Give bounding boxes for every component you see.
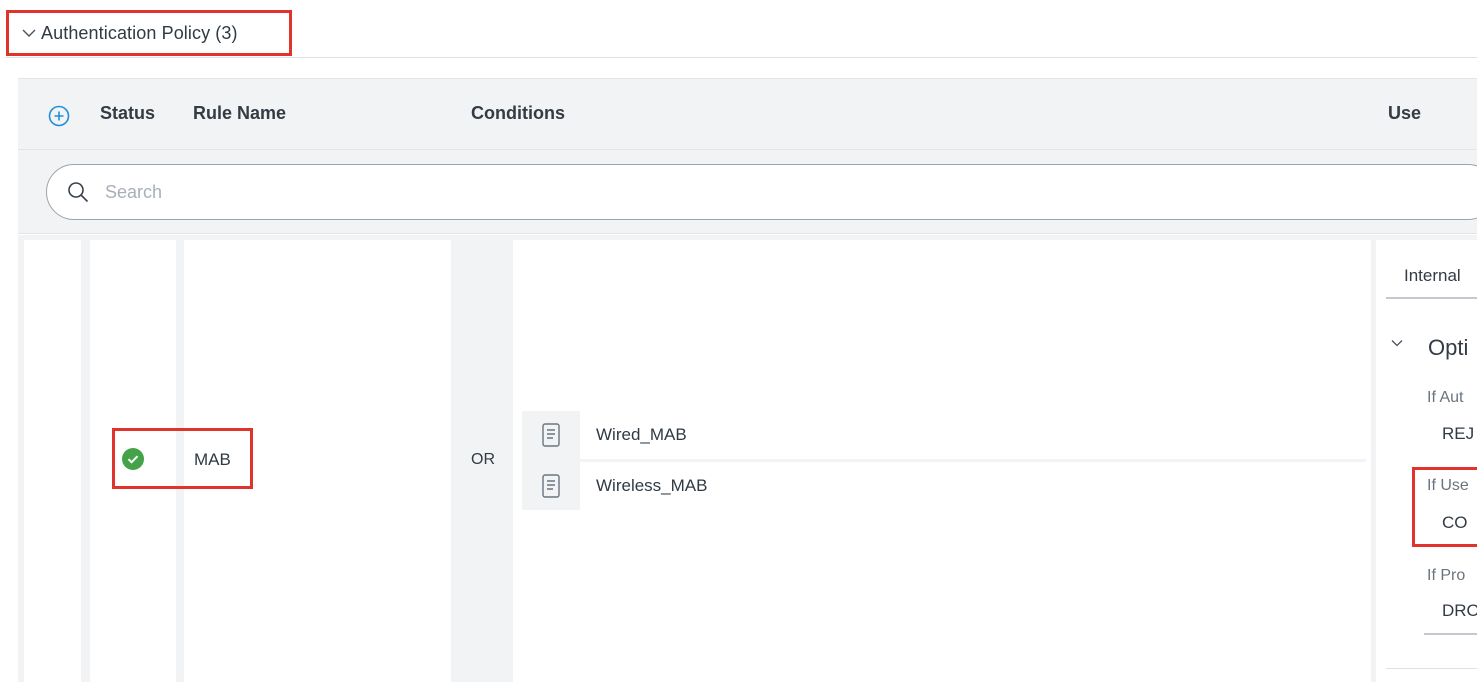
column-header-conditions[interactable]: Conditions xyxy=(471,103,565,124)
auth-fail-select[interactable]: REJ xyxy=(1442,424,1474,444)
condition-operator: OR xyxy=(471,451,495,468)
condition-item[interactable]: Wired_MAB xyxy=(522,411,1366,459)
condition-label: Wired_MAB xyxy=(596,425,687,444)
column-header-status[interactable]: Status xyxy=(100,103,155,124)
search-input[interactable] xyxy=(105,181,705,203)
search-box[interactable] xyxy=(46,164,1477,220)
chevron-down-icon xyxy=(22,29,36,37)
table-header: Status Rule Name Conditions Use xyxy=(18,78,1477,150)
condition-label: Wireless_MAB xyxy=(596,476,708,495)
process-fail-label: If Pro xyxy=(1427,567,1466,584)
divider xyxy=(1386,668,1477,669)
highlight-box xyxy=(1412,467,1477,547)
search-row xyxy=(18,150,1477,234)
condition-item[interactable]: Wireless_MAB xyxy=(522,462,1366,510)
section-title: Authentication Policy (3) xyxy=(41,22,238,43)
process-fail-select[interactable]: DRO xyxy=(1442,601,1477,621)
select-underline xyxy=(1424,633,1477,635)
select-underline xyxy=(1386,297,1477,299)
condition-icon-box xyxy=(522,462,580,510)
drag-handle-cell[interactable] xyxy=(24,240,81,682)
divider xyxy=(6,57,300,58)
auth-fail-label: If Aut xyxy=(1427,389,1464,406)
identity-store-select[interactable]: Internal xyxy=(1404,266,1461,286)
rule-name: MAB xyxy=(194,450,231,469)
condition-library-icon xyxy=(542,474,560,498)
status-enabled-icon[interactable] xyxy=(122,448,144,470)
authentication-policy-section-toggle[interactable]: Authentication Policy (3) xyxy=(6,10,292,56)
use-cell: Internal Opti If Aut REJ If Use CO If Pr… xyxy=(1376,240,1477,682)
chevron-down-icon[interactable] xyxy=(1390,336,1404,350)
condition-library-icon xyxy=(542,423,560,447)
divider xyxy=(300,57,1477,58)
add-rule-plus-icon[interactable] xyxy=(48,105,70,127)
options-toggle[interactable]: Opti xyxy=(1428,335,1468,361)
column-header-use[interactable]: Use xyxy=(1388,103,1421,124)
checkmark-icon xyxy=(127,455,139,464)
search-icon xyxy=(68,182,89,203)
column-header-rule-name[interactable]: Rule Name xyxy=(193,103,286,124)
condition-icon-box xyxy=(522,411,580,459)
